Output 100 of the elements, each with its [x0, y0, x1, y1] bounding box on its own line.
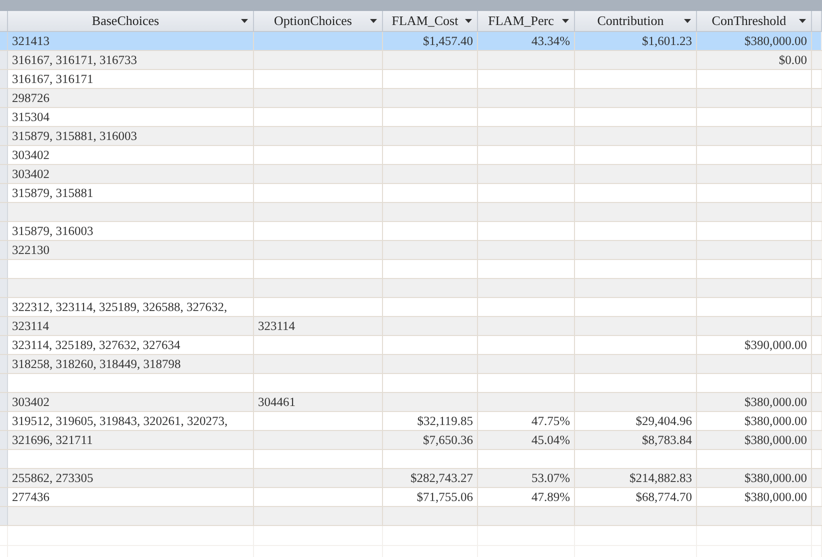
table-row[interactable]: 323114, 325189, 327632, 327634 $390,000.00	[0, 336, 822, 355]
table-cell: 315879, 316003	[8, 222, 254, 240]
table-cell: $7,650.36	[383, 431, 478, 449]
table-row[interactable]: 322312, 323114, 325189, 326588, 327632,	[0, 298, 822, 317]
table-cell: 321413	[8, 32, 254, 50]
table-cell: 304461	[254, 393, 383, 411]
table-row[interactable]: 316167, 316171	[0, 70, 822, 89]
record-selector[interactable]	[0, 469, 8, 487]
table-row[interactable]: 321413 $1,457.40 43.34% $1,601.23 $380,000.00	[0, 32, 822, 51]
table-cell: 303402	[8, 165, 254, 183]
record-selector[interactable]	[0, 89, 8, 107]
table-row[interactable]: 322130	[0, 241, 822, 260]
column-title: ConThreshold	[712, 13, 786, 29]
table-cell: 53.07%	[478, 469, 575, 487]
table-row[interactable]: 315879, 315881	[0, 184, 822, 203]
table-row[interactable]: 321696, 321711 $7,650.36 45.04% $8,783.84 $380,000.00	[0, 431, 822, 450]
table-cell: $282,743.27	[383, 469, 478, 487]
table-row[interactable]: 318258, 318260, 318449, 318798	[0, 355, 822, 374]
record-selector[interactable]	[0, 450, 8, 468]
table-cell: $32,119.85	[383, 412, 478, 430]
dropdown-icon[interactable]	[465, 19, 472, 23]
record-selector[interactable]	[0, 507, 8, 525]
column-title: FLAM_Cost	[392, 13, 458, 29]
table-row[interactable]: 323114 323114	[0, 317, 822, 336]
table-cell: 318258, 318260, 318449, 318798	[8, 355, 254, 373]
column-title: FLAM_Perc	[488, 13, 554, 29]
table-row[interactable]: 303402 304461 $380,000.00	[0, 393, 822, 412]
table-row[interactable]: 315304	[0, 108, 822, 127]
table-cell: $68,774.70	[575, 488, 697, 506]
column-title: Contribution	[597, 13, 664, 29]
table-cell: 321696, 321711	[8, 431, 254, 449]
table-row[interactable]: 315879, 315881, 316003	[0, 127, 822, 146]
table-row[interactable]	[0, 450, 822, 469]
table-cell: 303402	[8, 146, 254, 164]
record-selector[interactable]	[0, 393, 8, 411]
record-selector[interactable]	[0, 488, 8, 506]
column-title: BaseChoices	[92, 13, 160, 29]
dropdown-icon[interactable]	[241, 19, 248, 23]
record-selector[interactable]	[0, 374, 8, 392]
table-cell: 255862, 273305	[8, 469, 254, 487]
record-selector[interactable]	[0, 51, 8, 69]
table-cell: 45.04%	[478, 431, 575, 449]
table-row[interactable]: 303402	[0, 146, 822, 165]
record-selector[interactable]	[0, 222, 8, 240]
column-header[interactable]: ConThreshold	[697, 11, 812, 31]
record-selector[interactable]	[0, 317, 8, 335]
table-cell: 316167, 316171	[8, 70, 254, 88]
record-selector[interactable]	[0, 298, 8, 316]
record-selector[interactable]	[0, 203, 8, 221]
table-cell: $380,000.00	[697, 488, 812, 506]
record-selector[interactable]	[0, 279, 8, 297]
table-row[interactable]: 255862, 273305 $282,743.27 53.07% $214,882.83 $380,000.00	[0, 469, 822, 488]
table-cell: 322130	[8, 241, 254, 259]
record-selector[interactable]	[0, 260, 8, 278]
table-cell: 322312, 323114, 325189, 326588, 327632,	[8, 298, 254, 316]
table-cell: $0.00	[697, 51, 812, 69]
column-header[interactable]: FLAM_Cost	[383, 11, 478, 31]
record-selector[interactable]	[0, 241, 8, 259]
record-selector[interactable]	[0, 412, 8, 430]
record-selector[interactable]	[0, 165, 8, 183]
table-row[interactable]: 315879, 316003	[0, 222, 822, 241]
table-cell: 323114	[8, 317, 254, 335]
table-cell: 315879, 315881, 316003	[8, 127, 254, 145]
column-header[interactable]: FLAM_Perc	[478, 11, 575, 31]
column-header[interactable]: Contribution	[575, 11, 697, 31]
table-cell: $390,000.00	[697, 336, 812, 354]
table-cell: 303402	[8, 393, 254, 411]
table-cell: $380,000.00	[697, 412, 812, 430]
table-cell: 315879, 315881	[8, 184, 254, 202]
table-cell: $1,601.23	[575, 32, 697, 50]
table-row[interactable]	[0, 279, 822, 298]
table-row[interactable]	[0, 203, 822, 222]
table-cell: 298726	[8, 89, 254, 107]
table-cell: $380,000.00	[697, 393, 812, 411]
table-row[interactable]: 316167, 316171, 316733 $0.00	[0, 51, 822, 70]
table-cell: $29,404.96	[575, 412, 697, 430]
record-selector[interactable]	[0, 70, 8, 88]
dropdown-icon[interactable]	[370, 19, 377, 23]
table-row[interactable]: 277436 $71,755.06 47.89% $68,774.70 $380,000.00	[0, 488, 822, 507]
table-row[interactable]	[0, 507, 822, 526]
record-selector[interactable]	[0, 336, 8, 354]
table-row[interactable]	[0, 260, 822, 279]
table-cell: $380,000.00	[697, 431, 812, 449]
dropdown-icon[interactable]	[562, 19, 569, 23]
table-row[interactable]	[0, 374, 822, 393]
record-selector[interactable]	[0, 355, 8, 373]
table-row[interactable]: 319512, 319605, 319843, 320261, 320273, $32,119.85 47.75% $29,404.96 $380,000.00	[0, 412, 822, 431]
record-selector[interactable]	[0, 127, 8, 145]
dropdown-icon[interactable]	[799, 19, 806, 23]
dropdown-icon[interactable]	[684, 19, 691, 23]
column-header[interactable]: BaseChoices	[8, 11, 254, 31]
table-cell: 323114, 325189, 327632, 327634	[8, 336, 254, 354]
record-selector[interactable]	[0, 108, 8, 126]
table-cell: 319512, 319605, 319843, 320261, 320273,	[8, 412, 254, 430]
record-selector[interactable]	[0, 184, 8, 202]
record-selector[interactable]	[0, 431, 8, 449]
record-selector[interactable]	[0, 146, 8, 164]
table-row[interactable]: 303402	[0, 165, 822, 184]
table-row[interactable]: 298726	[0, 89, 822, 108]
column-header[interactable]: OptionChoices	[254, 11, 383, 31]
